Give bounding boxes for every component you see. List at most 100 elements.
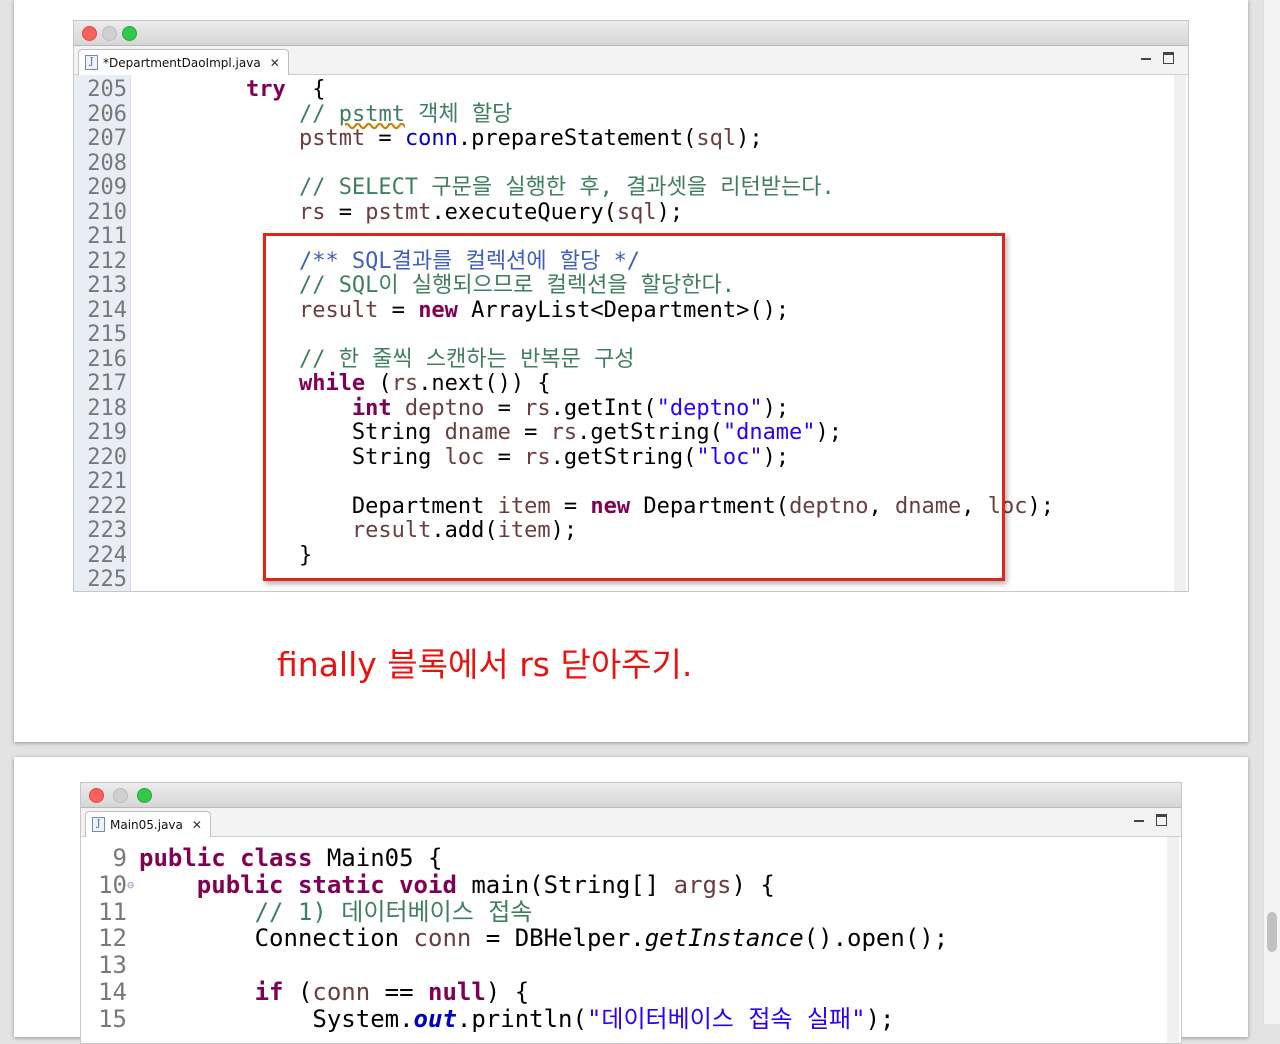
java-file-icon: J [92,817,105,832]
code-line: 207 pstmt = conn.prepareStatement(sql); [74,126,1188,152]
line-number: 223 [87,518,127,543]
code-token: main(String[] [456,870,674,899]
code-token: .prepareStatement( [457,126,697,151]
page-scrollbar-thumb[interactable] [1267,912,1277,952]
code-token: "데이터베이스 접속 실패" [586,1004,866,1033]
close-window-button[interactable] [89,788,104,803]
code-text: // 1) 데이터베이스 접속 [139,897,533,926]
bottom-window-titlebar [81,783,1181,808]
line-number: 217 [87,371,127,396]
line-number: 205 [87,77,127,102]
code-token: ); [736,126,763,151]
code-token: conn [413,924,472,953]
line-number: 207 [87,126,127,151]
tab-main05[interactable]: J Main05.java ✕ [85,811,211,837]
code-text: public static void main(String[] args) { [139,870,775,899]
line-number: 218 [87,395,127,421]
line-number: 9 [112,844,127,872]
code-line: 12 Connection conn = DBHelper.getInstanc… [81,925,1181,952]
line-number: 220 [87,444,127,470]
code-line: 206 // pstmt 객체 할당 [74,101,1188,128]
code-text: // SELECT 구문을 실행한 후, 결과셋을 리턴받는다. [140,175,835,201]
code-token: public [196,870,284,899]
line-number: 219 [87,420,127,445]
code-token: // [298,101,339,127]
code-token: pstmt [365,199,432,225]
tab-department-dao-impl[interactable]: J *DepartmentDaoImpl.java ✕ [78,49,289,75]
code-text: // pstmt 객체 할당 [140,101,513,128]
minimize-window-button[interactable] [113,788,128,803]
view-controls [1141,52,1174,64]
maximize-view-icon[interactable] [1163,52,1174,64]
code-token: .executeQuery( [431,199,617,225]
line-number: 213 [87,273,127,298]
close-tab-icon[interactable]: ✕ [192,818,202,832]
code-line: 205 try { [74,77,1188,103]
code-token: if [254,978,284,1006]
tab-title: *DepartmentDaoImpl.java [103,55,261,70]
highlight-box [263,233,1005,581]
line-number: 209 [87,175,127,200]
code-token: ); [865,1004,895,1033]
zoom-window-button[interactable] [122,26,137,41]
line-number: 216 [87,346,127,372]
line-number: 210 [87,199,127,225]
line-number: 208 [87,150,127,176]
line-number: 206 [87,101,127,127]
code-token: ) { [731,870,775,899]
line-number: 212 [87,248,127,274]
code-token: Main05 { [312,844,443,872]
line-number: 15 [98,1004,127,1033]
code-token: = [325,199,366,225]
code-token: null [428,978,486,1006]
minimize-view-icon[interactable] [1134,820,1144,822]
code-token: { [285,77,326,102]
code-token: public [139,844,226,872]
bottom-editor-window: J Main05.java ✕ 9 public class Main05 { 10… [80,782,1182,1044]
line-number: 225 [87,567,127,592]
close-tab-icon[interactable]: ✕ [270,56,280,70]
code-line: 9 public class Main05 { [81,845,1181,872]
bottom-code-editor[interactable]: 9 public class Main05 { 10 ⊖ public static … [81,837,1181,1043]
maximize-view-icon[interactable] [1156,814,1167,826]
line-number: 211 [87,224,127,249]
code-token: try [245,77,286,102]
code-token: 객체 할당 [404,101,513,127]
line-number: 10 [98,870,127,899]
code-text: if (conn == null) { [139,978,530,1006]
code-token: args [673,870,732,899]
minimize-view-icon[interactable] [1141,58,1151,60]
line-number: 214 [87,297,127,323]
code-token: ().open(); [803,924,949,953]
code-token: Connection [254,924,414,953]
fold-toggle-icon[interactable]: ⊖ [127,872,134,899]
top-window-titlebar [74,21,1188,46]
zoom-window-button[interactable] [137,788,152,803]
code-token: conn [312,978,371,1006]
line-number: 14 [98,978,127,1006]
code-token: static [297,870,385,899]
code-token: = DBHelper. [471,924,645,953]
code-token: pstmt [338,101,405,127]
line-number: 13 [98,951,127,980]
code-line: 209 // SELECT 구문을 실행한 후, 결과셋을 리턴받는다. [74,175,1188,201]
code-token: getInstance [644,924,804,953]
code-token: class [240,844,313,872]
code-token: == [370,978,428,1006]
minimize-window-button[interactable] [102,26,117,41]
code-token: ); [1027,493,1055,519]
code-token: // 1) 데이터베이스 접속 [254,897,533,926]
code-token: sql [616,199,657,225]
code-text: Connection conn = DBHelper.getInstance()… [139,924,949,953]
line-number: 215 [87,322,127,347]
code-line: 13 [81,952,1181,979]
close-window-button[interactable] [82,26,97,41]
code-token: // SELECT 구문을 실행한 후, 결과셋을 리턴받는다. [298,175,835,200]
code-token: out [413,1004,457,1033]
tab-title: Main05.java [110,817,183,832]
line-number: 11 [98,897,127,926]
page-scrollbar[interactable] [1263,0,1280,1024]
